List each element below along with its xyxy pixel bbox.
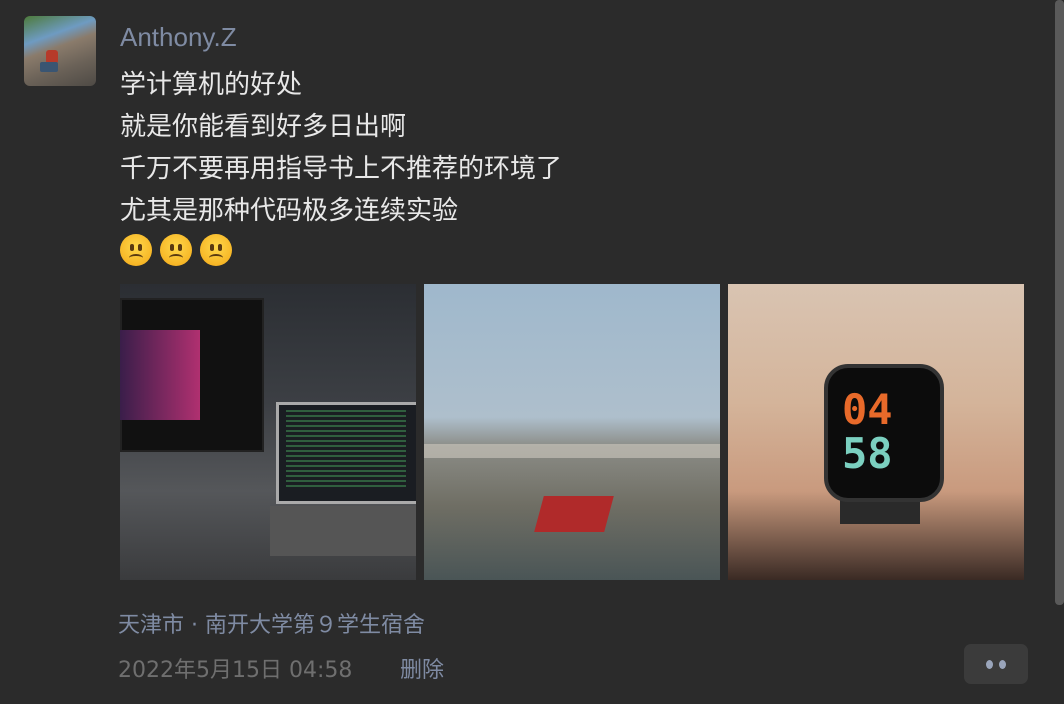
emoji-row: [120, 234, 562, 266]
watch-minutes: 58: [842, 429, 893, 478]
post-timestamp: 2022年5月15日 04:58: [118, 658, 353, 683]
post-line: 就是你能看到好多日出啊: [120, 112, 407, 142]
post-line: 千万不要再用指导书上不推荐的环境了: [120, 154, 563, 184]
building-wall: [424, 444, 720, 458]
more-actions-button[interactable]: [964, 644, 1028, 684]
watch-hours: 04: [842, 385, 893, 434]
author-name[interactable]: Anthony.Z: [120, 22, 237, 53]
post-text: 学计算机的好处 就是你能看到好多日出啊 千万不要再用指导书上不推荐的环境了 尤其…: [120, 64, 562, 266]
monitor-screen: [120, 330, 200, 420]
red-building: [534, 496, 614, 532]
keyboard: [270, 506, 416, 556]
upside-down-face-icon: [200, 234, 232, 266]
post-line: 尤其是那种代码极多连续实验: [120, 196, 459, 226]
laptop-code: [286, 410, 406, 490]
avatar-legs: [40, 62, 58, 72]
dot-icon: [999, 659, 1006, 669]
scrollbar[interactable]: [1055, 0, 1064, 605]
upside-down-face-icon: [120, 234, 152, 266]
author-avatar[interactable]: [24, 16, 96, 86]
location-link[interactable]: 天津市 · 南开大学第９学生宿舍: [118, 607, 425, 639]
photo-desk-computers[interactable]: [120, 284, 416, 580]
delete-button[interactable]: 删除: [400, 652, 444, 684]
photo-sunrise-campus[interactable]: [424, 284, 720, 580]
dot-icon: [986, 659, 993, 669]
photo-apple-watch[interactable]: 04 58: [728, 284, 1024, 580]
upside-down-face-icon: [160, 234, 192, 266]
post-line: 学计算机的好处: [120, 70, 303, 100]
watch-time: 04 58: [842, 388, 893, 476]
